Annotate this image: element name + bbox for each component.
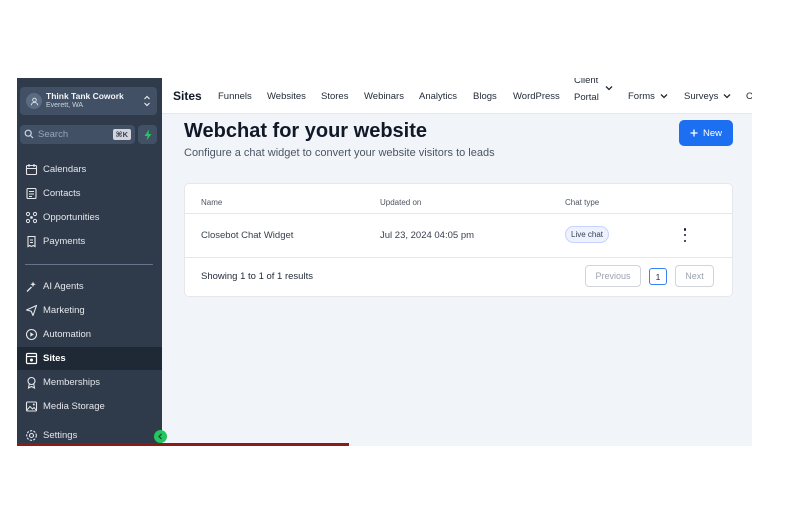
lightning-icon [144,129,151,140]
sites-icon [25,352,38,365]
sidebar-item-label: Payments [43,236,86,247]
calendar-icon [25,164,38,176]
previous-page-button[interactable]: Previous [585,265,641,287]
sidebar-item-label: Opportunities [43,212,100,223]
column-header-chat-type: Chat type [565,198,600,207]
tab-forms-label: Forms [628,90,655,102]
settings-icon [26,430,37,441]
automation-icon [25,328,38,341]
quick-action-button[interactable] [138,125,157,144]
sidebar: Think Tank Cowork Everett, WA Search ⌘K … [17,78,162,446]
sidebar-item-sites[interactable]: Sites [17,347,162,370]
tab-client-portal-line1: Client [574,78,599,86]
tab-wordpress[interactable]: WordPress [513,78,560,114]
tab-surveys[interactable]: Surveys [684,78,731,114]
opportunities-icon [25,211,38,224]
tab-websites[interactable]: Websites [267,78,306,114]
chat-type-badge: Live chat [565,226,610,243]
tab-sites[interactable]: Sites [173,78,202,114]
column-header-name: Name [201,198,223,207]
page-number-button[interactable]: 1 [649,268,667,285]
sidebar-item-label: Contacts [43,188,81,199]
chevron-down-icon [660,94,668,99]
sidebar-item-opportunities[interactable]: Opportunities [17,206,162,229]
column-header-updated: Updated on [380,198,422,207]
location-subtitle: Everett, WA [46,102,84,109]
webchat-table: Name Updated on Chat type Closebot Chat … [184,183,733,297]
collapse-sidebar-button[interactable] [154,430,167,443]
chevron-down-icon [723,94,731,99]
media-storage-icon [25,401,38,412]
sidebar-item-label: Memberships [43,377,101,388]
next-page-button[interactable]: Next [675,265,714,287]
search-icon [24,129,34,139]
sidebar-item-label: Automation [43,329,92,340]
chevron-down-icon [605,86,613,91]
sidebar-item-label: Sites [43,353,66,364]
sidebar-item-ai-agents[interactable]: AI Agents [17,275,162,298]
sidebar-item-payments[interactable]: Payments [17,230,162,253]
new-button[interactable]: New [679,120,733,146]
tab-surveys-label: Surveys [684,90,719,102]
bottom-accent-bar [17,443,349,446]
tab-stores[interactable]: Stores [321,78,348,114]
row-divider [185,257,732,258]
search-shortcut-badge: ⌘K [112,129,131,140]
tab-analytics[interactable]: Analytics [419,78,457,114]
tab-client-portal-line2: Portal [574,92,599,103]
tab-client-portal[interactable]: Client Portal [574,78,599,105]
updated-on: Jul 23, 2024 04:05 pm [380,230,475,241]
chevron-up-down-icon [144,95,150,107]
header-divider [185,213,732,214]
search-input[interactable]: Search ⌘K [20,125,135,144]
sidebar-item-label: Media Storage [43,401,105,412]
tab-webinars[interactable]: Webinars [364,78,404,114]
sidebar-item-label: Marketing [43,305,85,316]
contacts-icon [26,187,37,200]
sidebar-item-label: Calendars [43,164,87,175]
top-navigation: Sites Funnels Websites Stores Webinars A… [162,78,752,114]
marketing-icon [25,304,38,317]
results-summary: Showing 1 to 1 of 1 results [201,271,313,282]
sidebar-item-memberships[interactable]: Memberships [17,371,162,394]
tab-forms[interactable]: Forms [628,78,668,114]
plus-icon [690,129,698,137]
ai-agents-icon [26,281,36,292]
more-options-icon[interactable] [680,228,690,242]
location-avatar-icon [26,93,42,109]
page-subtitle: Configure a chat widget to convert your … [184,147,495,159]
tab-funnels[interactable]: Funnels [218,78,252,114]
location-switcher[interactable]: Think Tank Cowork Everett, WA [20,87,157,115]
sidebar-item-contacts[interactable]: Contacts [17,182,162,205]
sidebar-item-label: Settings [43,430,78,441]
page-title: Webchat for your website [184,120,428,142]
sidebar-divider [25,264,153,265]
tab-blogs[interactable]: Blogs [473,78,497,114]
sidebar-item-automation[interactable]: Automation [17,323,162,346]
memberships-icon [27,376,36,389]
payments-icon [27,235,36,248]
sidebar-item-label: AI Agents [43,281,84,292]
app-window: Think Tank Cowork Everett, WA Search ⌘K … [17,78,752,446]
location-name: Think Tank Cowork [46,91,124,101]
sidebar-item-calendars[interactable]: Calendars [17,158,162,181]
chevron-left-icon [158,433,162,440]
sidebar-item-media-storage[interactable]: Media Storage [17,395,162,418]
sidebar-item-marketing[interactable]: Marketing [17,299,162,322]
search-placeholder: Search [38,129,69,140]
tab-overflow[interactable]: C [746,78,752,114]
new-button-label: New [702,127,722,139]
widget-name[interactable]: Closebot Chat Widget [201,230,293,241]
